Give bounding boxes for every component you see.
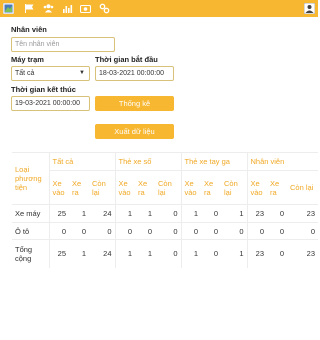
flag-icon[interactable] xyxy=(24,3,35,14)
statistics-button[interactable]: Thống kê xyxy=(95,96,174,111)
user-icon[interactable] xyxy=(304,3,315,14)
end-time-label: Thời gian kết thúc xyxy=(11,85,76,94)
table-row: Ô tô 0 0 0 0 0 0 0 0 0 0 0 0 xyxy=(12,222,318,240)
end-time-input[interactable]: 19-03-2021 00:00:00 xyxy=(11,96,90,111)
table-cell: 0 xyxy=(48,222,69,240)
table-cell: 0 xyxy=(155,204,181,223)
table-cell: 0 xyxy=(221,222,247,240)
table-cell: 0 xyxy=(201,204,221,223)
table-cell: 25 xyxy=(48,204,69,223)
sub-header-remaining: Còn lại xyxy=(221,170,247,205)
table-cell: 0 xyxy=(201,239,221,268)
table-cell: 0 xyxy=(267,204,287,223)
camera-icon[interactable] xyxy=(80,3,91,14)
station-select[interactable]: Tất cả ▼ xyxy=(11,66,90,81)
sub-header-out: Xe ra xyxy=(201,170,221,205)
group-header-scooter-card: Thẻ xe tay ga xyxy=(180,152,247,171)
users-icon[interactable] xyxy=(43,3,54,14)
table-cell: 0 xyxy=(267,222,287,240)
table-cell: 0 xyxy=(135,222,155,240)
table-cell: 24 xyxy=(89,204,115,223)
top-toolbar xyxy=(0,0,318,17)
sub-header-out: Xe ra xyxy=(267,170,287,205)
chevron-down-icon: ▼ xyxy=(79,70,85,76)
table-cell: 1 xyxy=(69,204,89,223)
group-header-staff: Nhân viên xyxy=(246,152,318,171)
table-cell: 23 xyxy=(287,204,318,223)
bar-chart-icon[interactable] xyxy=(62,3,73,14)
sub-header-remaining: Còn lại xyxy=(287,170,318,205)
table-cell: 0 xyxy=(114,222,135,240)
vehicle-type-header: Loại phương tiện xyxy=(12,152,49,205)
sub-header-out: Xe ra xyxy=(135,170,155,205)
sub-header-in: Xe vào xyxy=(180,170,201,205)
sub-header-in: Xe vào xyxy=(246,170,267,205)
employee-label: Nhân viên xyxy=(11,25,47,34)
table-cell: 0 xyxy=(201,222,221,240)
sub-header-remaining: Còn lại xyxy=(155,170,181,205)
sub-header-in: Xe vào xyxy=(114,170,135,205)
group-header-number-card: Thẻ xe số xyxy=(114,152,181,171)
group-header-all: Tất cả xyxy=(48,152,115,171)
table-cell: 1 xyxy=(221,204,247,223)
settings-icon[interactable] xyxy=(99,3,110,14)
export-data-button[interactable]: Xuất dữ liệu xyxy=(95,124,174,139)
table-cell: 1 xyxy=(114,204,135,223)
table-cell: 1 xyxy=(221,239,247,268)
table-cell: 1 xyxy=(135,239,155,268)
sub-header-remaining: Còn lại xyxy=(89,170,115,205)
table-cell: 0 xyxy=(287,222,318,240)
table-cell: 1 xyxy=(69,239,89,268)
table-cell: 1 xyxy=(180,204,201,223)
row-label: Xe máy xyxy=(12,204,49,223)
station-label: Máy trạm xyxy=(11,55,44,64)
row-label: Tổng cộng xyxy=(12,239,49,268)
table-cell: 0 xyxy=(267,239,287,268)
table-cell: 25 xyxy=(48,239,69,268)
table-cell: 0 xyxy=(69,222,89,240)
table-cell: 24 xyxy=(89,239,115,268)
statistics-table: Loại phương tiện Tất cả Thẻ xe số Thẻ xe… xyxy=(12,152,318,268)
table-row-total: Tổng cộng 25 1 24 1 1 0 1 0 1 23 0 23 xyxy=(12,239,318,268)
table-cell: 1 xyxy=(135,204,155,223)
app-logo-icon[interactable] xyxy=(3,3,14,14)
station-select-value: Tất cả xyxy=(15,70,35,77)
employee-name-input[interactable]: Tên nhân viên xyxy=(11,37,115,52)
table-cell: 0 xyxy=(89,222,115,240)
sub-header-in: Xe vào xyxy=(48,170,69,205)
table-cell: 1 xyxy=(180,239,201,268)
table-row: Xe máy 25 1 24 1 1 0 1 0 1 23 0 23 xyxy=(12,204,318,223)
table-cell: 1 xyxy=(114,239,135,268)
table-cell: 0 xyxy=(246,222,267,240)
table-cell: 23 xyxy=(246,239,267,268)
start-time-label: Thời gian bắt đầu xyxy=(95,55,158,64)
table-cell: 0 xyxy=(180,222,201,240)
start-time-input[interactable]: 18-03-2021 00:00:00 xyxy=(95,66,174,81)
table-cell: 23 xyxy=(287,239,318,268)
table-cell: 23 xyxy=(246,204,267,223)
sub-header-out: Xe ra xyxy=(69,170,89,205)
table-cell: 0 xyxy=(155,239,181,268)
table-cell: 0 xyxy=(155,222,181,240)
row-label: Ô tô xyxy=(12,222,49,240)
